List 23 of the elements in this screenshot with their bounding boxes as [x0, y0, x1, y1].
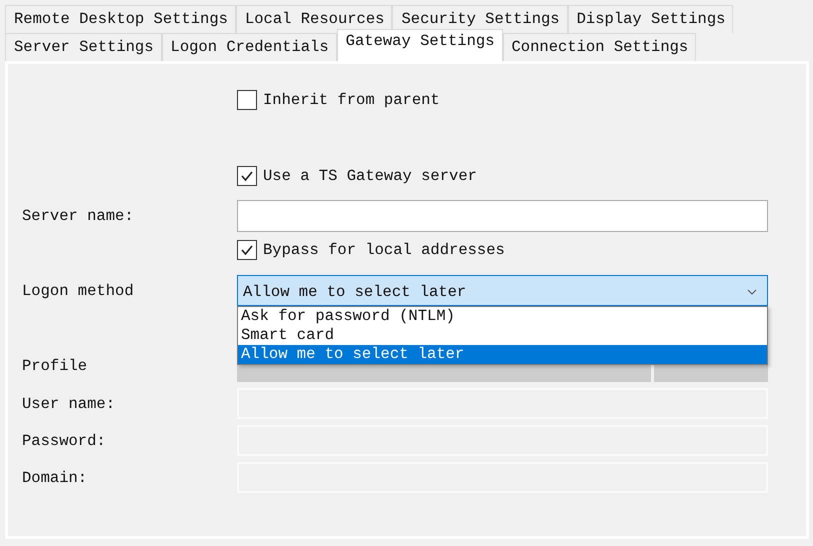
chevron-down-icon [747, 288, 757, 294]
logon-method-dropdown[interactable]: Allow me to select later [237, 275, 768, 306]
inherit-checkbox[interactable]: Inherit from parent [237, 90, 440, 110]
field-label: User name: [22, 394, 116, 412]
tab[interactable]: Display Settings [568, 5, 734, 33]
tab[interactable]: Security Settings [392, 5, 568, 33]
dropdown-option[interactable]: Allow me to select later [238, 345, 767, 364]
dropdown-option[interactable]: Smart card [238, 326, 767, 345]
tab[interactable]: Gateway Settings [336, 29, 502, 61]
server-name-field[interactable] [237, 200, 768, 232]
tab[interactable]: Local Resources [236, 5, 392, 33]
tab[interactable]: Remote Desktop Settings [5, 5, 236, 33]
field-label: Domain: [22, 468, 88, 486]
ts-gateway-checkbox[interactable]: Use a TS Gateway server [237, 166, 477, 186]
field-label: Profile [22, 356, 88, 374]
tab[interactable]: Connection Settings [502, 33, 696, 61]
tab[interactable]: Server Settings [5, 33, 162, 61]
dropdown-option[interactable]: Ask for password (NTLM) [238, 307, 767, 326]
bypass-checkbox[interactable]: Bypass for local addresses [237, 240, 505, 260]
field-label: Logon method [22, 282, 134, 300]
field-label: Server name: [22, 207, 134, 225]
tab[interactable]: Logon Credentials [162, 33, 337, 61]
field-label: Password: [22, 432, 106, 450]
